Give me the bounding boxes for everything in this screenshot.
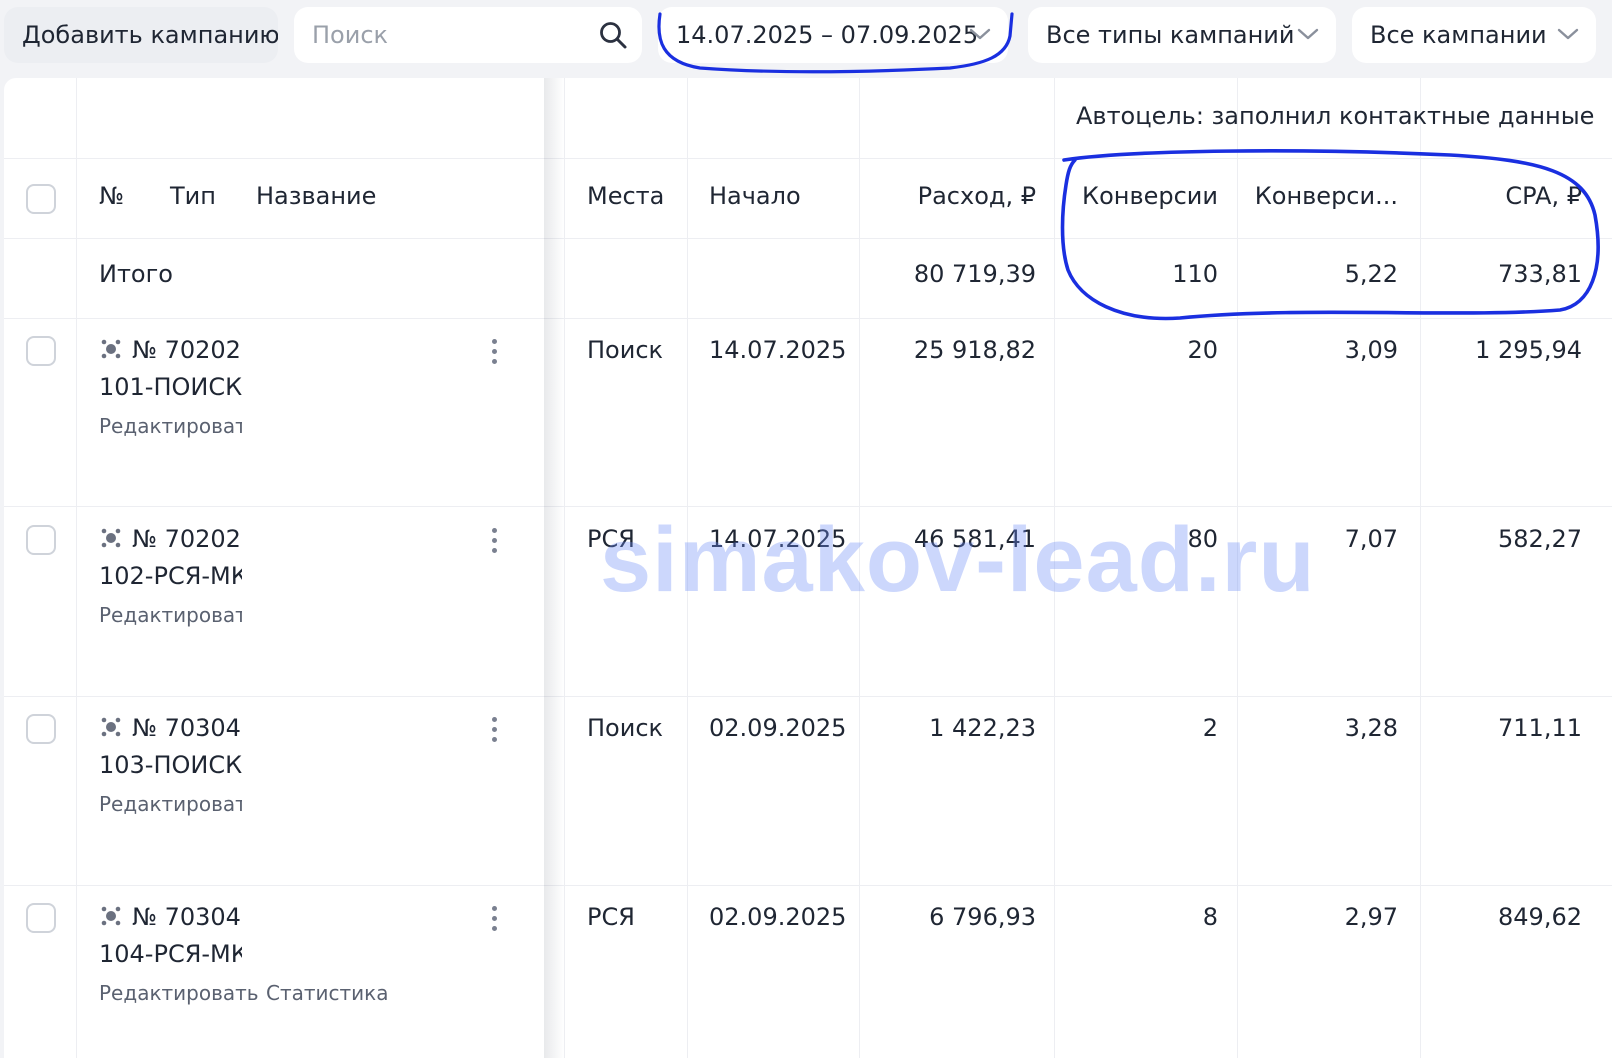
statistics-link[interactable]: Статистика [266,981,389,1005]
campaign-id: № 702027 [132,336,242,364]
divider [4,506,1612,507]
campaigns-table: Автоцель: заполнил контактные данные № Т… [4,78,1612,1058]
start-cell: 02.09.2025 [709,903,847,931]
campaign-name[interactable]: 102-РСЯ-МК [99,562,242,590]
campaign-type-icon [101,339,121,359]
col-header-cpa[interactable]: CPA, ₽ [1424,182,1582,210]
chevron-down-icon [1557,28,1579,40]
campaign-types-value: Все типы кампаний [1046,21,1295,49]
add-campaign-button[interactable]: Добавить кампанию [4,7,278,63]
more-vert-icon[interactable] [490,336,498,366]
campaign-name[interactable]: 101-ПОИСК- [99,373,242,401]
campaign-name[interactable]: 103-ПОИСК- [99,751,242,779]
col-header-type[interactable]: Тип [170,182,216,210]
total-spend: 80 719,39 [913,260,1036,288]
cpa-cell: 1 295,94 [1475,336,1582,364]
divider [1054,78,1055,1058]
row-checkbox[interactable] [26,903,56,933]
conversion-rate-cell: 7,07 [1344,525,1398,553]
conversion-rate-cell: 2,97 [1344,903,1398,931]
search-input[interactable]: Поиск [294,7,642,63]
add-campaign-label: Добавить кампанию [22,21,278,49]
cpa-cell: 582,27 [1498,525,1582,553]
chevron-down-icon [969,28,991,40]
col-header-conversion-rate[interactable]: Конверси... [1242,182,1398,210]
places-cell: РСЯ [587,903,635,931]
campaigns-select[interactable]: Все кампании [1352,7,1596,63]
edit-link[interactable]: Редактироват [99,414,242,438]
more-vert-icon[interactable] [490,714,498,744]
places-cell: РСЯ [587,525,635,553]
divider [4,318,1612,319]
total-label: Итого [99,260,173,288]
divider [4,158,1612,159]
search-icon[interactable] [598,20,628,50]
divider [859,78,860,1058]
campaign-id: № 702027 [132,525,242,553]
start-cell: 14.07.2025 [709,336,847,364]
more-vert-icon[interactable] [490,525,498,555]
places-cell: Поиск [587,714,664,742]
total-cpa: 733,81 [1498,260,1582,288]
chevron-down-icon [1297,28,1319,40]
more-vert-icon[interactable] [490,903,498,933]
toolbar: Добавить кампанию Поиск 14.07.2025 – 07.… [0,0,1612,78]
col-header-start[interactable]: Начало [709,182,801,210]
row-checkbox[interactable] [26,525,56,555]
campaign-type-icon [101,906,121,926]
conversions-cell: 8 [1202,903,1218,931]
edit-link[interactable]: Редактироват [99,603,242,627]
divider [4,238,1612,239]
campaigns-value: Все кампании [1370,21,1547,49]
edit-link[interactable]: Редактировать [99,981,259,1005]
conversion-rate-cell: 3,09 [1344,336,1398,364]
row-checkbox[interactable] [26,714,56,744]
campaign-type-icon [101,717,121,737]
divider [687,78,688,1058]
col-header-name[interactable]: Название [256,182,376,210]
spend-cell: 6 796,93 [929,903,1036,931]
spend-cell: 1 422,23 [929,714,1036,742]
date-range-select[interactable]: 14.07.2025 – 07.09.2025 [658,7,1008,63]
divider [4,885,1612,886]
divider [564,78,565,1058]
places-cell: Поиск [587,336,664,364]
col-header-places[interactable]: Места [587,182,664,210]
start-cell: 02.09.2025 [709,714,847,742]
campaign-name[interactable]: 104-РСЯ-МК [99,940,242,968]
campaign-types-select[interactable]: Все типы кампаний [1028,7,1336,63]
select-all-checkbox[interactable] [26,184,56,214]
col-header-spend[interactable]: Расход, ₽ [864,182,1036,210]
row-checkbox[interactable] [26,336,56,366]
divider [1420,78,1421,1058]
cpa-cell: 711,11 [1498,714,1582,742]
total-conversion-rate: 5,22 [1344,260,1398,288]
conversions-cell: 2 [1202,714,1218,742]
start-cell: 14.07.2025 [709,525,847,553]
campaign-type-icon [101,528,121,548]
campaign-id: № 703042 [132,714,242,742]
spend-cell: 46 581,41 [913,525,1036,553]
total-conversions: 110 [1172,260,1218,288]
conversions-cell: 80 [1187,525,1218,553]
frozen-columns-shadow [544,78,564,1058]
divider [1237,78,1238,1058]
cpa-cell: 849,62 [1498,903,1582,931]
date-range-value: 14.07.2025 – 07.09.2025 [676,21,979,49]
conversions-cell: 20 [1187,336,1218,364]
col-header-conversions[interactable]: Конверсии [1060,182,1218,210]
col-header-number[interactable]: № [99,182,124,210]
divider [76,78,77,1058]
goal-group-header: Автоцель: заполнил контактные данные [1076,102,1595,130]
spend-cell: 25 918,82 [913,336,1036,364]
divider [4,696,1612,697]
campaign-id: № 703042 [132,903,242,931]
search-placeholder: Поиск [312,21,389,49]
edit-link[interactable]: Редактироват [99,792,242,816]
conversion-rate-cell: 3,28 [1344,714,1398,742]
